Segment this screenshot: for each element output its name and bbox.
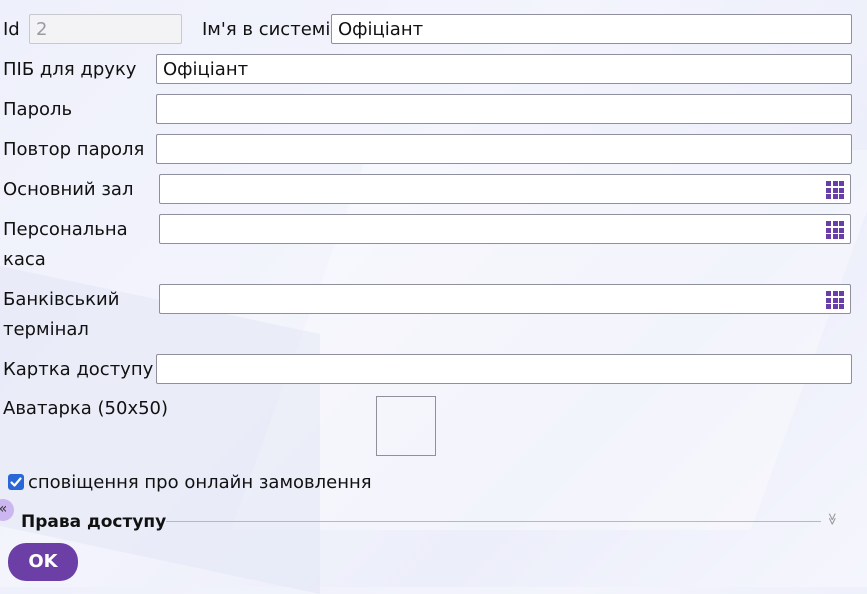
password-field[interactable] — [156, 94, 852, 124]
personal-cash-select[interactable] — [159, 214, 851, 244]
id-field — [29, 14, 182, 44]
checkmark-icon — [10, 477, 22, 487]
password-repeat-field[interactable] — [156, 134, 852, 164]
access-card-field[interactable] — [156, 354, 852, 384]
avatar-label: Аватарка (50x50) — [3, 398, 169, 419]
double-chevron-down-icon[interactable]: ≫ — [825, 513, 839, 526]
grid-dots-icon[interactable] — [826, 221, 844, 239]
grid-dots-icon[interactable] — [826, 181, 844, 199]
access-rights-header[interactable]: Права доступу — [21, 507, 166, 537]
section-divider — [166, 521, 821, 522]
online-orders-label[interactable]: сповіщення про онлайн замовлення — [28, 468, 372, 498]
id-label: Id — [3, 19, 20, 40]
password-label: Пароль — [3, 99, 73, 120]
personal-cash-label: Персональна каса — [3, 219, 128, 270]
password-repeat-label: Повтор пароля — [3, 139, 145, 160]
main-hall-select[interactable] — [159, 174, 851, 204]
login-label: Ім'я в системі — [202, 19, 331, 40]
access-card-label: Картка доступу — [3, 359, 154, 380]
main-hall-label: Основний зал — [3, 179, 134, 200]
print-name-label: ПІБ для друку — [3, 59, 137, 80]
grid-dots-icon[interactable] — [826, 291, 844, 309]
online-orders-checkbox[interactable] — [8, 474, 24, 490]
print-name-field[interactable] — [156, 54, 852, 84]
login-field[interactable] — [331, 14, 852, 44]
bank-terminal-label: Банківський термінал — [3, 289, 120, 340]
bank-terminal-select[interactable] — [159, 284, 851, 314]
avatar-upload[interactable] — [376, 396, 436, 456]
ok-button[interactable]: OK — [8, 543, 78, 581]
